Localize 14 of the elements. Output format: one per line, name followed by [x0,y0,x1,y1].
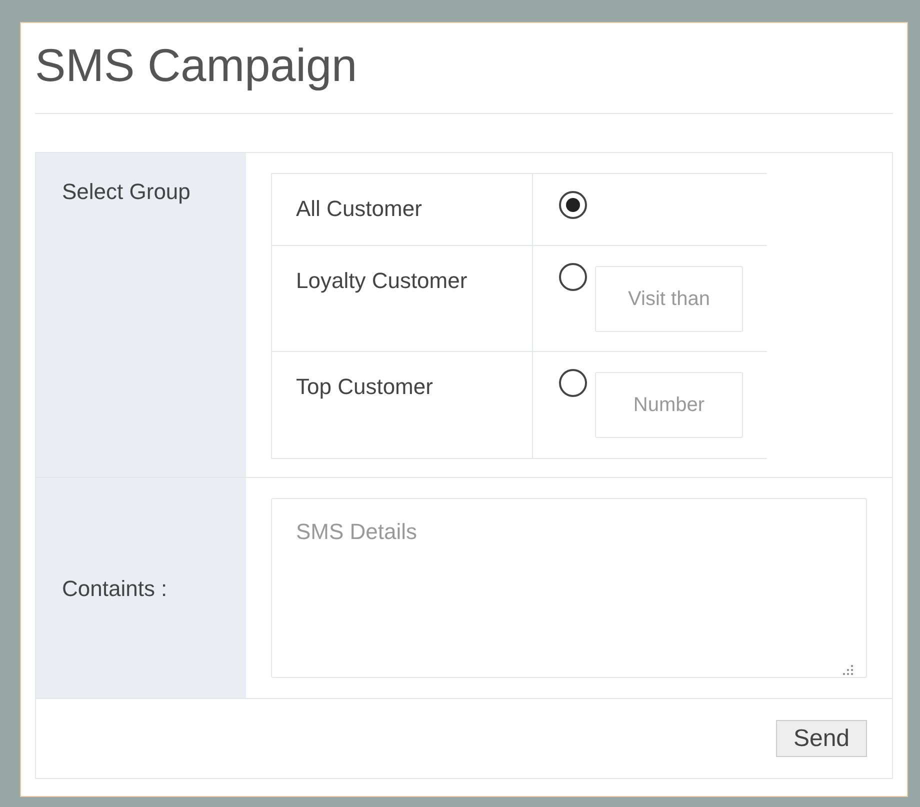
radio-button[interactable] [559,191,587,219]
contents-label: Containts : [62,574,168,602]
send-button[interactable]: Send [776,720,867,757]
sms-details-field[interactable]: SMS Details [271,498,867,678]
group-label: Loyalty Customer [296,268,468,293]
input-field[interactable]: Number [595,372,743,438]
page-title: SMS Campaign [35,38,358,93]
input-field[interactable]: Visit than [595,266,743,332]
group-label: All Customer [296,196,422,221]
select-group-label: Select Group [62,179,190,204]
group-label: Top Customer [296,374,433,399]
radio-button[interactable] [559,369,587,397]
resize-grip-icon[interactable] [842,664,854,676]
radio-button[interactable] [559,263,587,291]
